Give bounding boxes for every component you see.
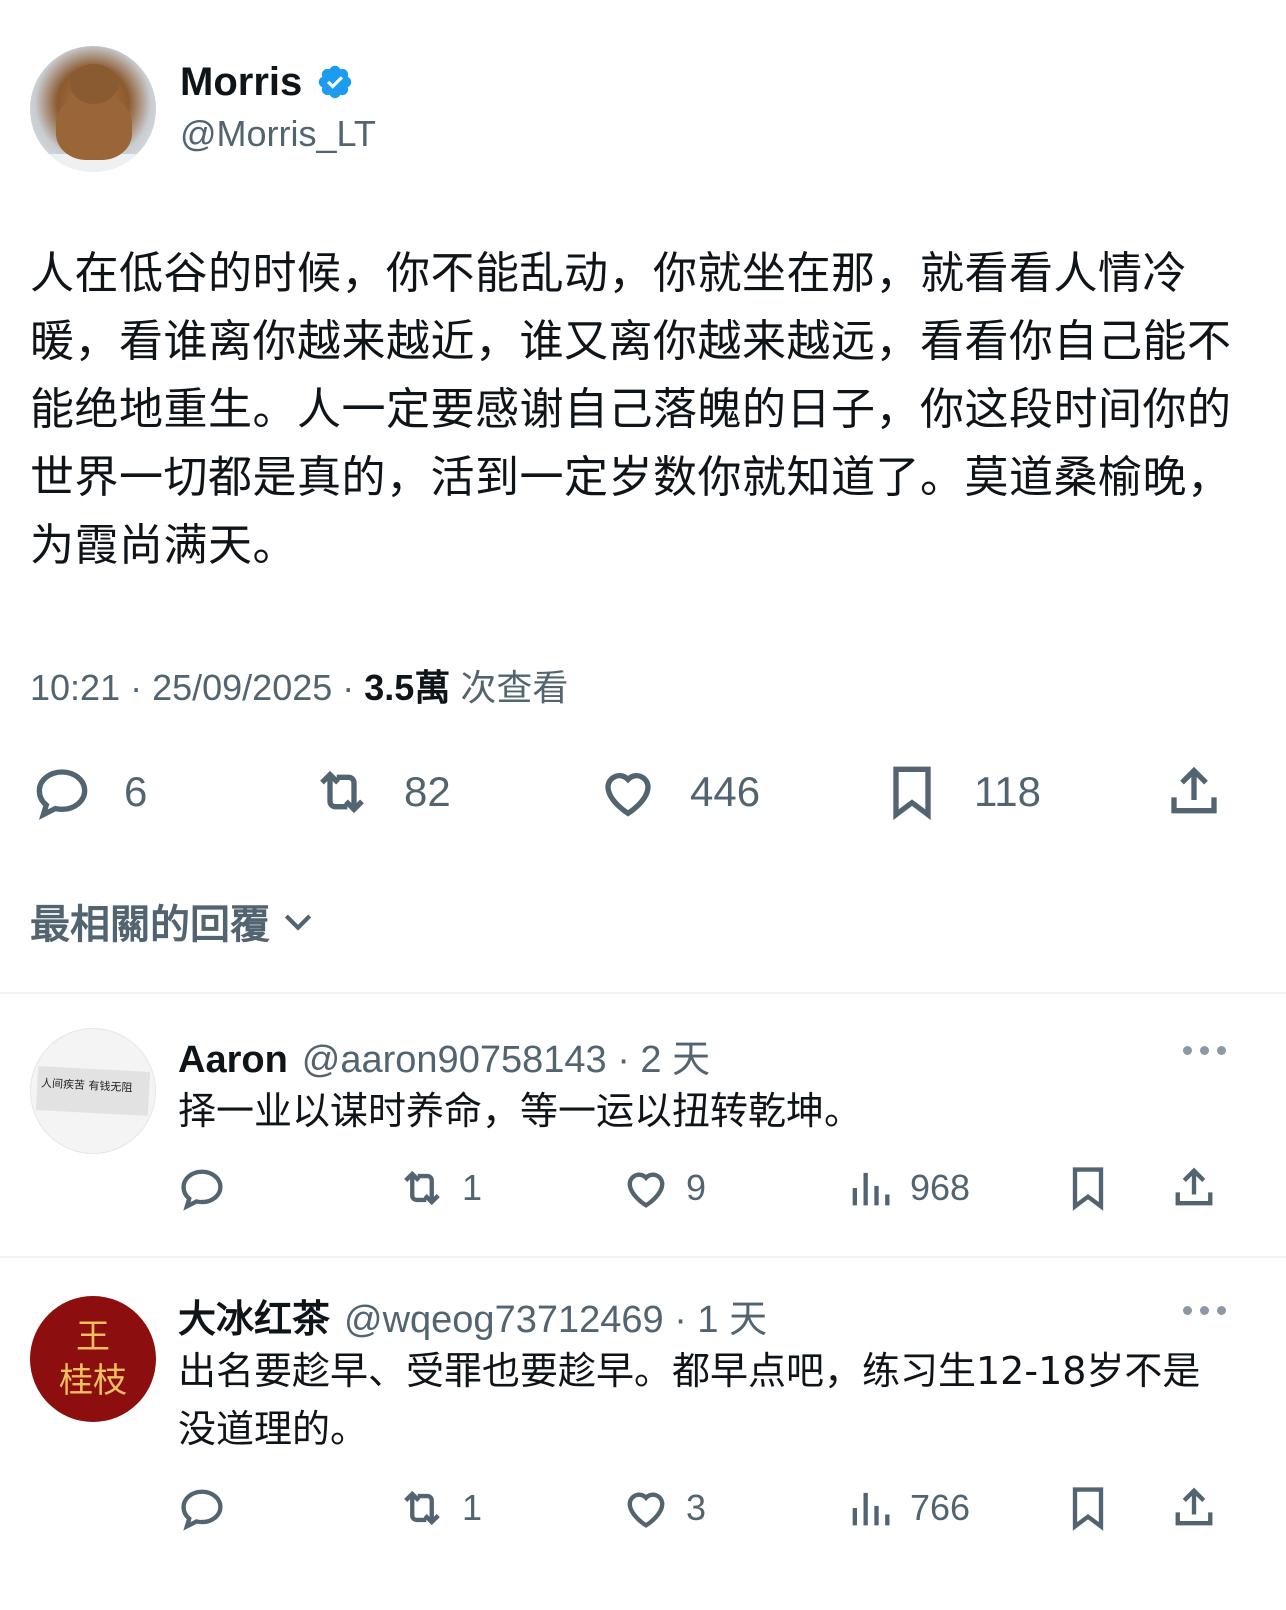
like-button[interactable]: 9 <box>620 1162 706 1214</box>
views-button[interactable]: 968 <box>844 1162 970 1214</box>
like-icon <box>627 1172 665 1208</box>
views-icon <box>852 1492 890 1526</box>
avatar-glyph: 王 <box>76 1317 110 1357</box>
reply-icon <box>181 1489 223 1531</box>
reply-actions: 1 9 968 <box>0 1162 1286 1222</box>
author-avatar[interactable] <box>30 46 156 172</box>
repost-icon <box>404 1490 440 1526</box>
tweet-header: Morris @Morris_LT <box>30 44 1250 174</box>
like-count: 9 <box>686 1167 707 1208</box>
repost-count: 1 <box>462 1167 483 1208</box>
views-button[interactable]: 766 <box>844 1482 970 1534</box>
views-count: 3.5萬 <box>364 667 451 708</box>
repost-count: 82 <box>404 768 451 815</box>
meta-separator: · <box>120 667 153 708</box>
reply-author-handle[interactable]: @aaron90758143 · 2 天 <box>302 1028 710 1083</box>
reply-header: 大冰红茶 @wqeog73712469 · 1 天 <box>178 1288 767 1343</box>
bookmark-count: 118 <box>974 768 1041 815</box>
tweet-date[interactable]: 25/09/2025 <box>152 667 332 708</box>
repost-button[interactable]: 1 <box>396 1162 482 1214</box>
reply-text: 出名要趁早、受罪也要趁早。都早点吧，练习生12-18岁不是没道理的。 <box>178 1349 1201 1451</box>
tweet-meta: 10:21 · 25/09/2025 · 3.5萬 次查看 <box>30 664 568 712</box>
like-icon <box>627 1492 665 1528</box>
reply-text: 择一业以谋时养命，等一运以扭转乾坤。 <box>178 1089 863 1133</box>
bookmark-icon <box>1072 1167 1104 1211</box>
tweet-actions: 6 82 446 118 <box>30 760 1230 830</box>
reply-icon <box>181 1169 223 1211</box>
chevron-down-icon <box>284 914 312 931</box>
share-icon <box>1175 1487 1213 1526</box>
reply-avatar[interactable]: 王 桂枝 <box>30 1296 156 1422</box>
like-button[interactable]: 446 <box>596 760 760 824</box>
like-count: 3 <box>686 1487 707 1528</box>
sort-label: 最相關的回覆 <box>30 902 270 948</box>
repost-icon <box>320 770 364 814</box>
divider <box>0 992 1286 994</box>
share-button[interactable] <box>1162 760 1226 824</box>
more-icon[interactable] <box>1183 1306 1226 1315</box>
share-button[interactable] <box>1168 1482 1220 1534</box>
repost-icon <box>404 1170 440 1206</box>
reply-author-name[interactable]: 大冰红茶 <box>178 1288 330 1343</box>
bookmark-icon <box>1072 1487 1104 1531</box>
tweet-text: 人在低谷的时候，你不能乱动，你就坐在那，就看看人情冷暖，看谁离你越来越近，谁又离… <box>30 248 1232 571</box>
repost-button[interactable]: 82 <box>310 760 451 824</box>
reply-count: 6 <box>124 768 148 815</box>
author-name[interactable]: Morris <box>180 58 302 106</box>
avatar-glyph: 桂枝 <box>59 1361 127 1401</box>
verified-badge-icon <box>319 65 352 99</box>
reply-author-name[interactable]: Aaron <box>178 1039 288 1082</box>
bookmark-button[interactable] <box>1062 1482 1114 1534</box>
meta-separator: · <box>332 667 365 708</box>
share-button[interactable] <box>1168 1162 1220 1214</box>
replies-sort-dropdown[interactable]: 最相關的回覆 <box>30 892 318 950</box>
reply-button[interactable] <box>176 1482 228 1534</box>
like-button[interactable]: 3 <box>620 1482 706 1534</box>
views-count: 968 <box>910 1167 971 1208</box>
author-handle[interactable]: @Morris_LT <box>180 112 376 156</box>
reply-button[interactable]: 6 <box>30 760 147 824</box>
share-icon <box>1175 1167 1213 1206</box>
bookmark-icon <box>893 766 931 820</box>
bookmark-button[interactable]: 118 <box>880 760 1041 824</box>
repost-count: 1 <box>462 1487 483 1528</box>
reply-actions: 1 3 766 <box>0 1482 1286 1542</box>
views-icon <box>852 1172 890 1206</box>
tweet-time[interactable]: 10:21 <box>30 667 120 708</box>
share-icon <box>1171 766 1217 814</box>
reply-author-handle[interactable]: @wqeog73712469 · 1 天 <box>344 1288 767 1343</box>
divider <box>0 1256 1286 1258</box>
views-label: 次查看 <box>450 667 569 708</box>
like-icon <box>605 773 651 817</box>
views-count: 766 <box>910 1487 971 1528</box>
bookmark-button[interactable] <box>1062 1162 1114 1214</box>
reply-avatar[interactable]: 人间疾苦 有钱无阻 <box>30 1028 156 1154</box>
like-count: 446 <box>690 768 761 815</box>
reply-header: Aaron @aaron90758143 · 2 天 <box>178 1028 710 1083</box>
repost-button[interactable]: 1 <box>396 1482 482 1534</box>
reply-button[interactable] <box>176 1162 228 1214</box>
author-name-row: Morris <box>180 58 354 106</box>
more-icon[interactable] <box>1183 1046 1226 1055</box>
reply-icon <box>36 769 88 820</box>
